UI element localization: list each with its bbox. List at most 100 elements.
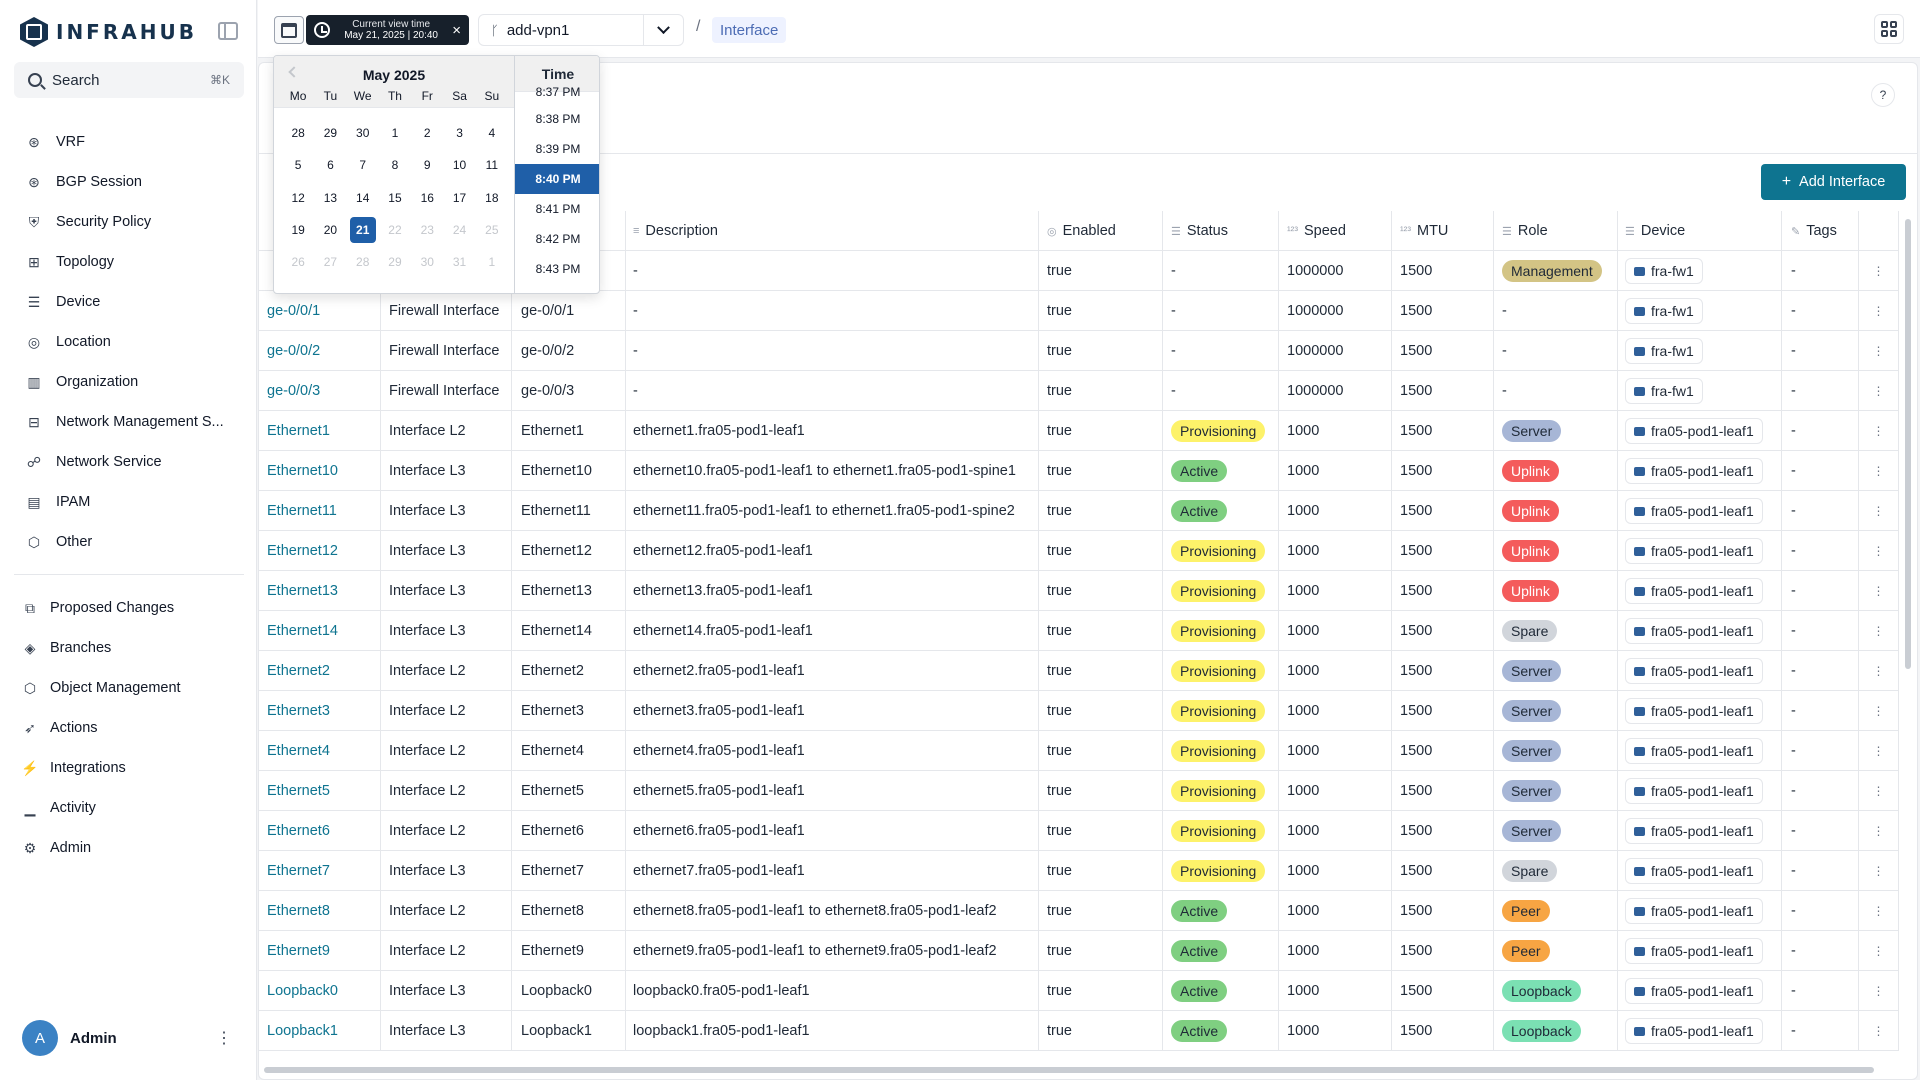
time-option[interactable]: 8:38 PM [515, 104, 599, 134]
device-chip[interactable]: fra-fw1 [1625, 258, 1703, 284]
calendar-day[interactable]: 20 [314, 217, 346, 243]
more-vertical-icon[interactable]: ⋮ [1873, 784, 1885, 798]
device-chip[interactable]: fra05-pod1-leaf1 [1625, 578, 1763, 604]
device-chip[interactable]: fra05-pod1-leaf1 [1625, 458, 1763, 484]
calendar-day[interactable]: 28 [282, 120, 314, 146]
cell-name[interactable]: Ethernet4 [259, 731, 381, 771]
sidebar-item-activity[interactable]: ▁ Activity [10, 788, 244, 828]
calendar-day[interactable]: 27 [314, 249, 346, 275]
current-view-time-chip[interactable]: Current view time May 21, 2025 | 20:40 × [306, 15, 469, 45]
sidebar-item-bgp-session[interactable]: ⊛ BGP Session [14, 162, 244, 202]
sidebar-item-proposed-changes[interactable]: ⧉ Proposed Changes [10, 588, 244, 628]
calendar-day[interactable]: 29 [379, 249, 411, 275]
calendar-day-selected[interactable]: 21 [349, 217, 376, 244]
cell-actions[interactable]: ⋮ [1859, 531, 1899, 571]
sidebar-item-security-policy[interactable]: ⛨ Security Policy [14, 202, 244, 242]
column-header[interactable]: ¹²³ MTU [1392, 211, 1494, 251]
time-option[interactable]: 8:39 PM [515, 134, 599, 164]
calendar-day[interactable]: 31 [443, 249, 475, 275]
calendar-day[interactable]: 2 [411, 120, 443, 146]
cell-name[interactable]: Ethernet12 [259, 531, 381, 571]
calendar-day[interactable]: 6 [314, 152, 346, 178]
time-option[interactable]: 8:37 PM [515, 86, 599, 104]
calendar-day[interactable]: 19 [282, 217, 314, 243]
device-chip[interactable]: fra05-pod1-leaf1 [1625, 898, 1763, 924]
cell-actions[interactable]: ⋮ [1859, 771, 1899, 811]
cell-name[interactable]: Loopback1 [259, 1011, 381, 1051]
sidebar-item-network-management-s[interactable]: ⊟ Network Management S... [14, 402, 244, 442]
device-chip[interactable]: fra05-pod1-leaf1 [1625, 618, 1763, 644]
more-vertical-icon[interactable]: ⋮ [1873, 304, 1885, 318]
cell-actions[interactable]: ⋮ [1859, 331, 1899, 371]
calendar-day[interactable]: 9 [411, 152, 443, 178]
sidebar-item-network-service[interactable]: ☍ Network Service [14, 442, 244, 482]
calendar-day[interactable]: 25 [476, 217, 508, 243]
column-header[interactable]: ≡ Description [625, 211, 1039, 251]
calendar-day[interactable]: 12 [282, 185, 314, 211]
sidebar-item-admin[interactable]: ⚙ Admin [10, 828, 244, 868]
calendar-day[interactable]: 16 [411, 185, 443, 211]
device-chip[interactable]: fra05-pod1-leaf1 [1625, 738, 1763, 764]
cell-name[interactable]: Ethernet7 [259, 851, 381, 891]
cell-actions[interactable]: ⋮ [1859, 371, 1899, 411]
calendar-day[interactable]: 18 [476, 185, 508, 211]
sidebar-collapse-icon[interactable] [218, 22, 238, 40]
sidebar-item-location[interactable]: ◎ Location [14, 322, 244, 362]
column-header[interactable]: ☰ Role [1494, 211, 1618, 251]
device-chip[interactable]: fra05-pod1-leaf1 [1625, 778, 1763, 804]
calendar-day[interactable]: 17 [443, 185, 475, 211]
device-chip[interactable]: fra05-pod1-leaf1 [1625, 818, 1763, 844]
sidebar-item-integrations[interactable]: ⚡ Integrations [10, 748, 244, 788]
time-option-selected[interactable]: 8:40 PM [515, 164, 599, 194]
cell-actions[interactable]: ⋮ [1859, 1011, 1899, 1051]
column-header[interactable]: ☰ Device [1617, 211, 1782, 251]
horizontal-scrollbar[interactable] [264, 1066, 1909, 1074]
cell-actions[interactable]: ⋮ [1859, 251, 1899, 291]
more-vertical-icon[interactable]: ⋮ [1873, 344, 1885, 358]
cell-actions[interactable]: ⋮ [1859, 931, 1899, 971]
cell-actions[interactable]: ⋮ [1859, 651, 1899, 691]
more-vertical-icon[interactable]: ⋮ [1873, 704, 1885, 718]
cell-actions[interactable]: ⋮ [1859, 731, 1899, 771]
column-header[interactable]: ☰ Status [1163, 211, 1279, 251]
sidebar-item-organization[interactable]: ▥ Organization [14, 362, 244, 402]
calendar-day[interactable]: 13 [314, 185, 346, 211]
device-chip[interactable]: fra05-pod1-leaf1 [1625, 1018, 1763, 1044]
calendar-day[interactable]: 30 [347, 120, 379, 146]
more-vertical-icon[interactable]: ⋮ [1873, 624, 1885, 638]
device-chip[interactable]: fra05-pod1-leaf1 [1625, 858, 1763, 884]
device-chip[interactable]: fra05-pod1-leaf1 [1625, 938, 1763, 964]
cell-name[interactable]: Ethernet2 [259, 651, 381, 691]
cell-name[interactable]: ge-0/0/3 [259, 371, 381, 411]
device-chip[interactable]: fra-fw1 [1625, 338, 1703, 364]
calendar-day[interactable]: 3 [443, 120, 475, 146]
column-header[interactable] [1859, 211, 1899, 251]
calendar-day[interactable]: 11 [476, 152, 508, 178]
cell-actions[interactable]: ⋮ [1859, 291, 1899, 331]
more-vertical-icon[interactable]: ⋮ [1873, 504, 1885, 518]
sidebar-item-topology[interactable]: ⊞ Topology [14, 242, 244, 282]
sidebar-item-actions[interactable]: ➶ Actions [10, 708, 244, 748]
sidebar-item-branches[interactable]: ◈ Branches [10, 628, 244, 668]
device-chip[interactable]: fra-fw1 [1625, 298, 1703, 324]
more-vertical-icon[interactable]: ⋮ [1873, 664, 1885, 678]
more-vertical-icon[interactable]: ⋮ [1873, 944, 1885, 958]
cell-actions[interactable]: ⋮ [1859, 811, 1899, 851]
calendar-day[interactable]: 5 [282, 152, 314, 178]
calendar-day[interactable]: 14 [347, 185, 379, 211]
sidebar-item-vrf[interactable]: ⊛ VRF [14, 122, 244, 162]
scrollbar-thumb[interactable] [1905, 219, 1911, 669]
cell-actions[interactable]: ⋮ [1859, 971, 1899, 1011]
cell-actions[interactable]: ⋮ [1859, 411, 1899, 451]
device-chip[interactable]: fra05-pod1-leaf1 [1625, 418, 1763, 444]
branch-selector[interactable]: ᚴ add-vpn1 [478, 14, 684, 46]
time-list[interactable]: 8:37 PM 8:38 PM 8:39 PM 8:40 PM 8:41 PM 8:42 … [515, 86, 599, 284]
close-icon[interactable]: × [452, 22, 461, 39]
cell-name[interactable]: Ethernet1 [259, 411, 381, 451]
device-chip[interactable]: fra-fw1 [1625, 378, 1703, 404]
column-header[interactable]: ¹²³ Speed [1279, 211, 1392, 251]
calendar-day[interactable]: 1 [379, 120, 411, 146]
calendar-day[interactable]: 8 [379, 152, 411, 178]
apps-button[interactable] [1874, 14, 1904, 44]
search-bar[interactable]: Search ⌘K [14, 62, 244, 98]
